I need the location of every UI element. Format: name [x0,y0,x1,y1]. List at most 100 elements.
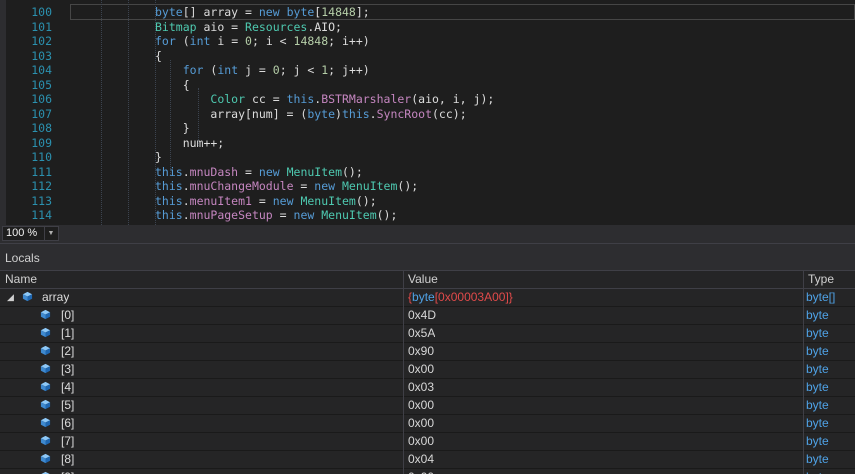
locals-row-item[interactable]: [0] 0x4D byte [0,307,855,325]
line-number: 108 [31,121,52,135]
code-token: int [217,63,239,77]
code-text: this.menuItem1 = new MenuItem(); [155,194,377,209]
cell-divider [403,289,404,307]
variable-cube-icon [40,345,51,356]
code-token: = [272,208,294,222]
locals-row-item[interactable]: [8] 0x04 byte [0,451,855,469]
cell-divider [403,361,404,379]
column-value-header[interactable]: Value [403,271,803,288]
zoom-dropdown[interactable]: 100 % ▼ [2,226,59,241]
code-text: Bitmap aio = Resources.AIO; [155,20,342,35]
indent-guide [128,0,129,225]
locals-row-item[interactable]: [6] 0x00 byte [0,415,855,433]
code-token: ( [175,34,190,48]
code-token: . [182,208,190,222]
code-token: = [251,193,273,208]
item-index: [4] [61,380,75,394]
code-token: (); [397,179,419,193]
code-token: } [155,150,162,164]
variable-cube-icon [22,291,33,302]
code-token: MenuItem [321,208,377,222]
code-token: SyncRoot [376,106,432,121]
line-number: 110 [31,150,52,164]
locals-row-item[interactable]: [9] 0x00 byte [0,469,855,474]
item-type: byte [806,362,829,376]
indent-guide [170,60,171,175]
locals-row-item[interactable]: [7] 0x00 byte [0,433,855,451]
item-value[interactable]: 0x00 [408,469,434,474]
item-value[interactable]: 0x00 [408,361,434,378]
cell-divider [803,469,804,474]
code-editor[interactable]: 100 byte[] array = new byte[14848]; 101 Bit… [0,0,855,225]
locals-row-array[interactable]: ◢ array {byte[0x00003A00]} byte[] [0,289,855,307]
code-token: cc = [245,92,287,106]
item-value[interactable]: 0x4D [408,307,436,324]
code-token: ; i++) [328,34,370,48]
variable-cube-icon [40,381,51,392]
column-name-header[interactable]: Name [0,271,403,288]
cell-divider [403,379,404,397]
item-index: [7] [61,434,75,448]
cell-divider [403,397,404,415]
cell-divider [803,325,804,343]
item-type: byte [806,434,829,448]
code-token: Resources [245,19,308,34]
collapse-triangle-icon[interactable]: ◢ [7,289,14,306]
code-token: new [314,179,336,193]
code-token: [] array = [182,5,259,19]
item-value[interactable]: 0x04 [408,451,434,468]
line-number: 100 [31,5,52,19]
item-index: [8] [61,452,75,466]
line-number: 114 [31,208,52,222]
code-token: ; i < [251,34,294,48]
item-value[interactable]: 0x00 [408,397,434,414]
code-token: this [341,106,370,121]
locals-row-item[interactable]: [4] 0x03 byte [0,379,855,397]
chevron-down-icon[interactable]: ▼ [44,227,57,240]
cell-divider [403,451,404,469]
variable-value[interactable]: {byte[0x00003A00]} [408,289,513,306]
cell-divider [803,451,804,469]
code-token: new [293,208,315,222]
code-token: (); [342,164,363,179]
line-number: 106 [31,92,52,106]
cell-divider [803,415,804,433]
line-number: 111 [31,164,52,179]
locals-row-item[interactable]: [1] 0x5A byte [0,325,855,343]
code-token: new [258,5,280,19]
code-token: (); [355,193,377,208]
locals-grid: ◢ array {byte[0x00003A00]} byte[] [0] 0x4… [0,289,855,474]
item-value[interactable]: 0x00 [408,415,434,432]
item-value[interactable]: 0x00 [408,433,434,450]
item-value[interactable]: 0x90 [408,343,434,360]
variable-cube-icon [40,309,51,320]
locals-row-item[interactable]: [2] 0x90 byte [0,343,855,361]
code-token: . [182,193,190,208]
code-token: mnuPageSetup [189,208,273,222]
line-number: 101 [31,19,52,34]
item-value[interactable]: 0x03 [408,379,434,396]
code-text: Color cc = this.BSTRMarshaler(aio, i, j)… [155,92,494,107]
code-token: this [155,164,183,179]
item-index: [1] [61,326,75,340]
code-token: . [182,179,190,193]
locals-row-item[interactable]: [3] 0x00 byte [0,361,855,379]
code-token: mnuChangeModule [189,179,294,193]
code-token: { [155,77,190,92]
locals-panel-title: Locals [0,243,855,270]
locals-row-item[interactable]: [5] 0x00 byte [0,397,855,415]
item-index: [3] [61,362,75,376]
code-token: (); [376,208,398,222]
cell-divider [803,361,804,379]
item-type: byte [806,452,829,466]
column-type-header[interactable]: Type [803,271,855,288]
item-index: [6] [61,416,75,430]
code-token: 14848 [321,5,356,19]
code-token: Color [210,92,246,106]
code-token: . [369,106,377,121]
item-type: byte [806,416,829,430]
item-value[interactable]: 0x5A [408,325,435,342]
